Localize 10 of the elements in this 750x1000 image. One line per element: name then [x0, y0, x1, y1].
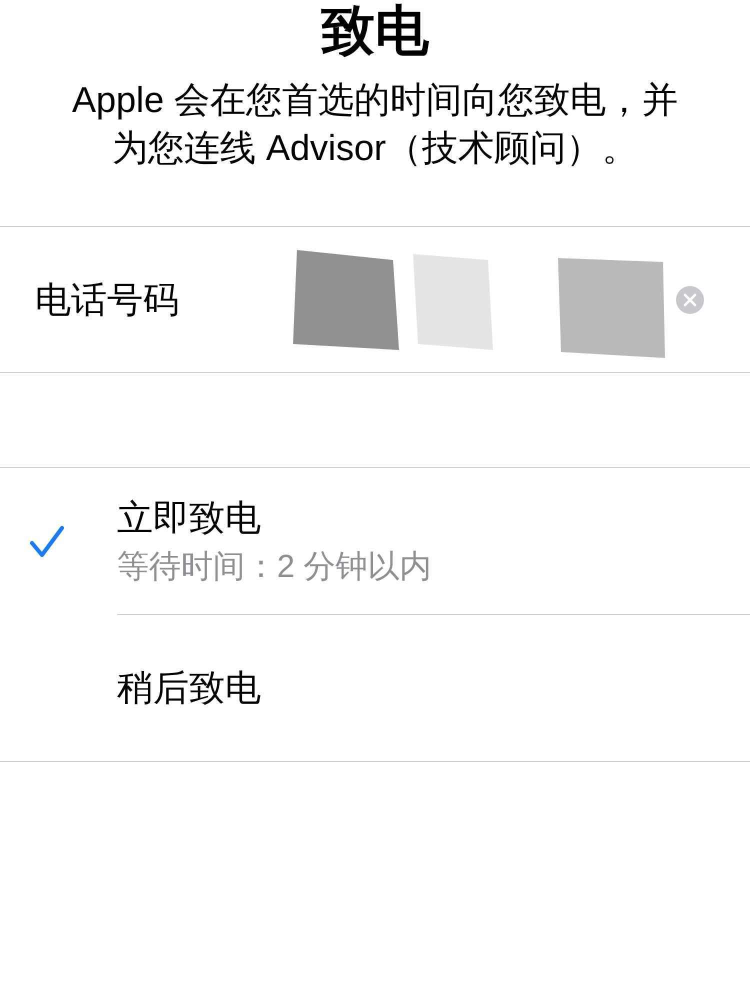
phone-label: 电话号码 [35, 278, 180, 322]
option-title: 稍后致电 [117, 666, 262, 710]
description-text: Apple 会在您首选的时间向您致电，并为您连线 Advisor（技术顾问）。 [70, 78, 680, 170]
clear-icon[interactable] [676, 286, 704, 314]
page-title: 致电 [321, 4, 429, 58]
call-option[interactable]: 稍后致电 [0, 615, 750, 761]
option-title: 立即致电 [117, 496, 262, 540]
option-subtitle: 等待时间：2 分钟以内 [117, 547, 433, 586]
call-option[interactable]: 立即致电 等待时间：2 分钟以内 [0, 468, 750, 615]
checkmark-icon [28, 524, 64, 560]
